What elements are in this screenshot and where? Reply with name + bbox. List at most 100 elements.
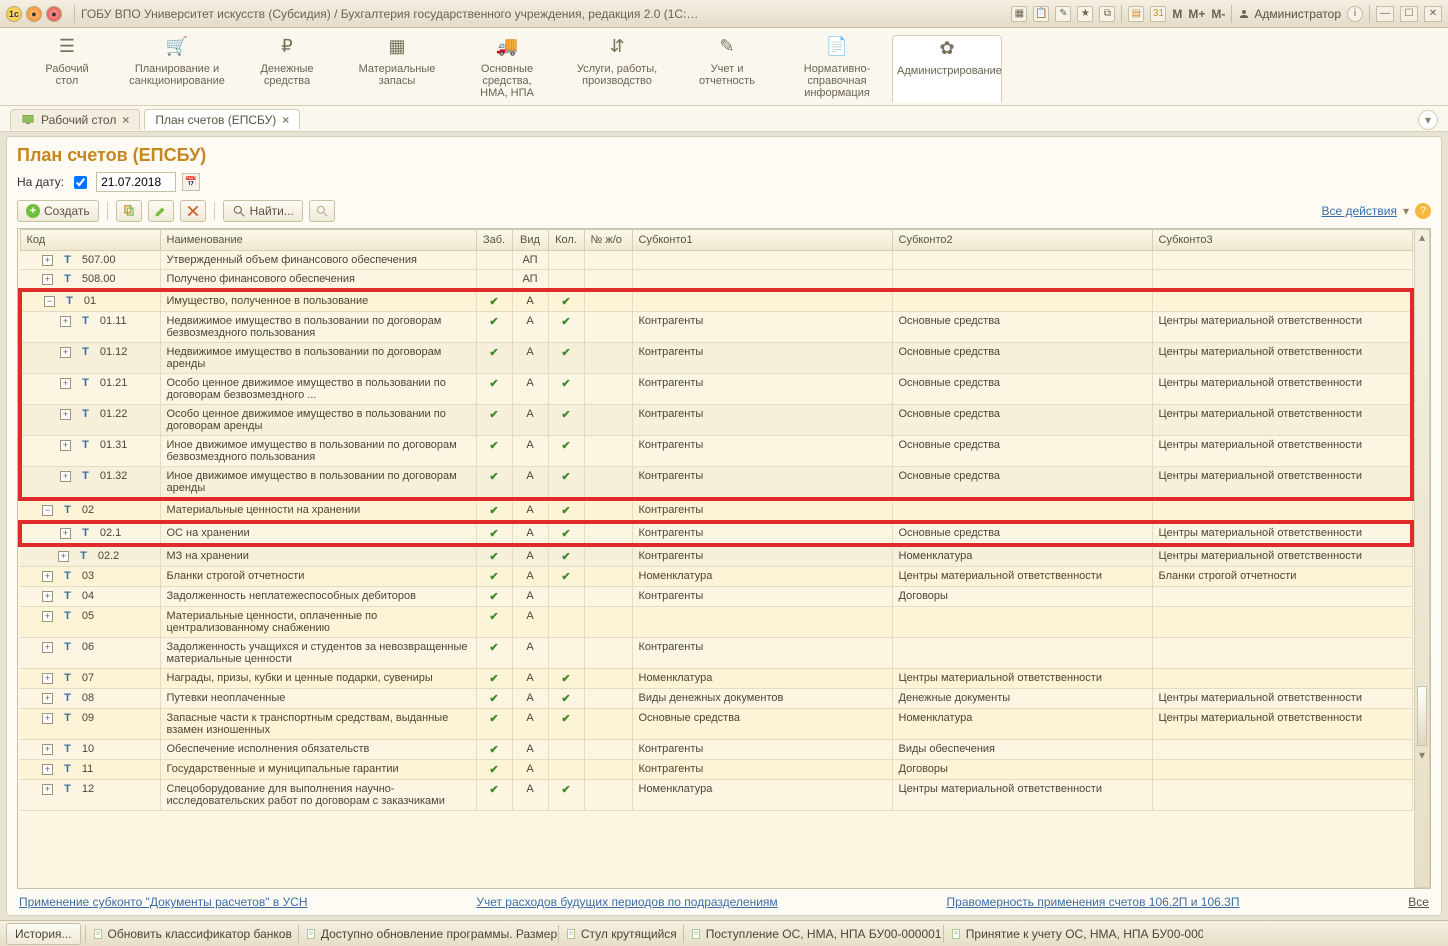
status-item[interactable]: Обновить классификатор банков: [85, 925, 298, 943]
table-row[interactable]: + Т 01.11 Недвижимое имущество в пользов…: [20, 312, 1412, 343]
tree-toggle-icon[interactable]: +: [42, 611, 53, 622]
scrollbar-thumb[interactable]: [1417, 686, 1427, 746]
col-header[interactable]: Субконто3: [1152, 230, 1412, 251]
tree-toggle-icon[interactable]: +: [60, 347, 71, 358]
calendar-icon[interactable]: 31: [1150, 6, 1166, 22]
tree-toggle-icon[interactable]: +: [42, 571, 53, 582]
table-row[interactable]: − Т 02 Материальные ценности на хранении…: [20, 499, 1412, 522]
nav-item[interactable]: ⇵Услуги, работы,производство: [562, 34, 672, 101]
info-icon[interactable]: i: [1347, 6, 1363, 22]
table-row[interactable]: + Т 02.2 МЗ на хранении ✔ А ✔ Контрагент…: [20, 545, 1412, 567]
table-row[interactable]: + Т 10 Обеспечение исполнения обязательс…: [20, 740, 1412, 760]
col-header[interactable]: Субконто1: [632, 230, 892, 251]
tree-toggle-icon[interactable]: +: [42, 713, 53, 724]
user-label[interactable]: Администратор: [1238, 7, 1341, 21]
table-row[interactable]: + Т 08 Путевки неоплаченные ✔ А ✔ Виды д…: [20, 689, 1412, 709]
table-row[interactable]: + Т 01.21 Особо ценное движимое имуществ…: [20, 374, 1412, 405]
all-actions-button[interactable]: Все действия: [1322, 204, 1397, 218]
link-usn[interactable]: Применение субконто "Документы расчетов"…: [19, 895, 308, 909]
date-enabled-checkbox[interactable]: [74, 176, 87, 189]
tree-toggle-icon[interactable]: −: [44, 296, 55, 307]
m-button[interactable]: M: [1172, 7, 1182, 21]
tree-toggle-icon[interactable]: +: [42, 642, 53, 653]
tree-toggle-icon[interactable]: +: [42, 255, 53, 266]
calendar-picker-icon[interactable]: 📅: [182, 173, 200, 191]
table-row[interactable]: + Т 01.12 Недвижимое имущество в пользов…: [20, 343, 1412, 374]
tree-toggle-icon[interactable]: +: [42, 784, 53, 795]
edit-button[interactable]: [148, 200, 174, 222]
find-button[interactable]: Найти...: [223, 200, 303, 222]
window-btn-icon[interactable]: ●: [26, 6, 42, 22]
toolbar-icon[interactable]: ✎: [1055, 6, 1071, 22]
table-row[interactable]: + Т 03 Бланки строгой отчетности ✔ А ✔ Н…: [20, 567, 1412, 587]
tree-toggle-icon[interactable]: +: [60, 471, 71, 482]
tab-desktop[interactable]: Рабочий стол ×: [10, 109, 140, 130]
tree-toggle-icon[interactable]: +: [60, 316, 71, 327]
col-header[interactable]: Код: [20, 230, 160, 251]
col-header[interactable]: Заб.: [476, 230, 512, 251]
tab-chart-of-accounts[interactable]: План счетов (ЕПСБУ) ×: [144, 109, 300, 130]
nav-item[interactable]: ✎Учет иотчетность: [672, 34, 782, 101]
tab-close-icon[interactable]: ×: [282, 113, 289, 127]
tree-toggle-icon[interactable]: +: [42, 673, 53, 684]
copy-button[interactable]: [116, 200, 142, 222]
table-row[interactable]: + Т 04 Задолженность неплатежеспособных …: [20, 587, 1412, 607]
toolbar-icon[interactable]: ▦: [1011, 6, 1027, 22]
clear-find-button[interactable]: [309, 200, 335, 222]
nav-item[interactable]: 🛒Планирование исанкционирование: [122, 34, 232, 101]
table-row[interactable]: + Т 06 Задолженность учащихся и студенто…: [20, 638, 1412, 669]
tree-toggle-icon[interactable]: +: [42, 693, 53, 704]
nav-item[interactable]: 🚚Основные средства,НМА, НПА: [452, 34, 562, 101]
tree-toggle-icon[interactable]: +: [60, 528, 71, 539]
tree-toggle-icon[interactable]: +: [60, 378, 71, 389]
tree-toggle-icon[interactable]: −: [42, 505, 53, 516]
tree-toggle-icon[interactable]: +: [60, 409, 71, 420]
delete-button[interactable]: [180, 200, 206, 222]
history-button[interactable]: История...: [6, 923, 81, 945]
tree-toggle-icon[interactable]: +: [42, 744, 53, 755]
tree-toggle-icon[interactable]: +: [42, 764, 53, 775]
m-minus-button[interactable]: M-: [1211, 7, 1225, 21]
table-row[interactable]: + Т 01.32 Иное движимое имущество в поль…: [20, 467, 1412, 500]
table-row[interactable]: + Т 07 Награды, призы, кубки и ценные по…: [20, 669, 1412, 689]
table-row[interactable]: + Т 01.22 Особо ценное движимое имуществ…: [20, 405, 1412, 436]
status-item[interactable]: Принятие к учету ОС, НМА, НПА БУ00-00000…: [943, 925, 1203, 943]
tree-toggle-icon[interactable]: +: [42, 591, 53, 602]
dropdown-tabs-icon[interactable]: ▾: [1418, 110, 1438, 130]
tree-toggle-icon[interactable]: +: [58, 551, 69, 562]
nav-item[interactable]: ✿Администрирование: [892, 35, 1002, 102]
nav-item[interactable]: ☰Рабочийстол: [12, 34, 122, 101]
table-row[interactable]: + Т 02.1 ОС на хранении ✔ А ✔ Контрагент…: [20, 522, 1412, 545]
col-header[interactable]: Субконто2: [892, 230, 1152, 251]
col-header[interactable]: № ж/о: [584, 230, 632, 251]
link-all[interactable]: Все: [1408, 895, 1429, 909]
link-future-expenses[interactable]: Учет расходов будущих периодов по подраз…: [476, 895, 777, 909]
table-row[interactable]: + Т 11 Государственные и муниципальные г…: [20, 760, 1412, 780]
table-row[interactable]: + Т 507.00 Утвержденный объем финансовог…: [20, 251, 1412, 270]
table-row[interactable]: + Т 12 Спецоборудование для выполнения н…: [20, 780, 1412, 811]
table-row[interactable]: + Т 508.00 Получено финансового обеспече…: [20, 270, 1412, 291]
link-accounts-106[interactable]: Правомерность применения счетов 106.2П и…: [947, 895, 1240, 909]
close-button[interactable]: ✕: [1424, 6, 1442, 22]
status-item[interactable]: Поступление ОС, НМА, НПА БУ00-000001 от …: [683, 925, 943, 943]
tree-toggle-icon[interactable]: +: [60, 440, 71, 451]
date-input[interactable]: [96, 172, 176, 192]
nav-item[interactable]: ▦Материальныезапасы: [342, 34, 452, 101]
table-row[interactable]: + Т 05 Материальные ценности, оплаченные…: [20, 607, 1412, 638]
tab-close-icon[interactable]: ×: [122, 113, 129, 127]
col-header[interactable]: Кол.: [548, 230, 584, 251]
col-header[interactable]: Наименование: [160, 230, 476, 251]
status-item[interactable]: Стул крутящийся: [558, 925, 683, 943]
scrollbar-vertical[interactable]: ▴ ▾: [1414, 229, 1430, 888]
table-row[interactable]: + Т 09 Запасные части к транспортным сре…: [20, 709, 1412, 740]
table-row[interactable]: − Т 01 Имущество, полученное в пользован…: [20, 290, 1412, 312]
toolbar-icon[interactable]: ⧉: [1099, 6, 1115, 22]
calc-icon[interactable]: ▤: [1128, 6, 1144, 22]
nav-item[interactable]: 📄Нормативно-справочнаяинформация: [782, 34, 892, 101]
star-icon[interactable]: ★: [1077, 6, 1093, 22]
toolbar-icon[interactable]: 📋: [1033, 6, 1049, 22]
col-header[interactable]: Вид: [512, 230, 548, 251]
help-button[interactable]: ?: [1415, 203, 1431, 219]
table-row[interactable]: + Т 01.31 Иное движимое имущество в поль…: [20, 436, 1412, 467]
m-plus-button[interactable]: M+: [1188, 7, 1205, 21]
